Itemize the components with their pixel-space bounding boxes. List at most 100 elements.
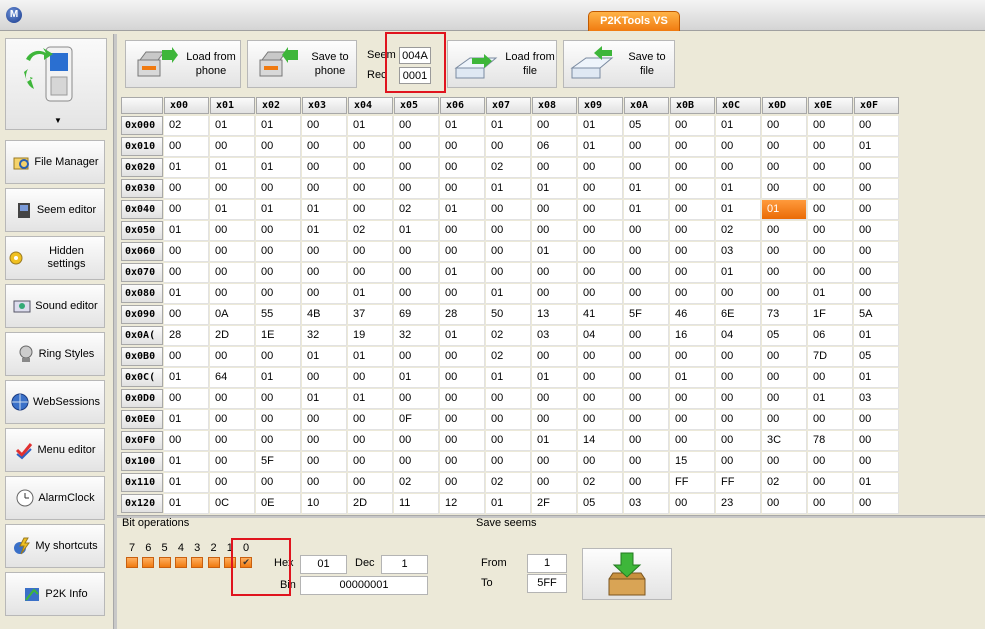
hex-cell[interactable]: 01 (164, 221, 209, 241)
column-header[interactable]: x0B (670, 97, 715, 114)
sidebar-item-alarmclock[interactable]: AlarmClock (5, 476, 105, 520)
hex-cell[interactable]: 00 (532, 473, 577, 493)
hex-cell[interactable]: 00 (762, 221, 807, 241)
column-header[interactable]: x04 (348, 97, 393, 114)
hex-cell[interactable]: 10 (302, 494, 347, 514)
hex-cell[interactable]: 14 (578, 431, 623, 451)
hex-cell[interactable]: 01 (532, 368, 577, 388)
bit-4-checkbox[interactable] (174, 557, 187, 568)
row-address-header[interactable]: 0x0D0 (121, 389, 163, 408)
hex-cell[interactable]: 00 (302, 452, 347, 472)
hex-cell[interactable]: 00 (670, 347, 715, 367)
hex-cell[interactable]: 00 (210, 473, 255, 493)
hex-cell[interactable]: 12 (440, 494, 485, 514)
column-header[interactable]: x01 (210, 97, 255, 114)
hex-cell[interactable]: 00 (532, 158, 577, 178)
hex-cell[interactable]: 00 (302, 158, 347, 178)
hex-cell[interactable]: 00 (854, 263, 899, 283)
load-from-phone-button[interactable]: Load from phone (125, 40, 241, 88)
hex-cell[interactable]: 00 (164, 389, 209, 409)
hex-cell[interactable]: 00 (670, 200, 715, 220)
hex-cell[interactable]: 00 (210, 389, 255, 409)
hex-cell[interactable]: 00 (440, 431, 485, 451)
hex-cell[interactable]: 00 (440, 347, 485, 367)
hex-cell[interactable]: 02 (486, 326, 531, 346)
hex-cell[interactable]: 00 (394, 137, 439, 157)
hex-cell[interactable]: 69 (394, 305, 439, 325)
hex-cell[interactable]: 00 (440, 473, 485, 493)
hex-cell[interactable]: 01 (164, 473, 209, 493)
hex-cell[interactable]: 01 (854, 473, 899, 493)
hex-cell[interactable]: 01 (854, 368, 899, 388)
row-address-header[interactable]: 0x080 (121, 284, 163, 303)
hex-cell[interactable]: 01 (348, 389, 393, 409)
hex-cell[interactable]: 00 (532, 410, 577, 430)
hex-cell[interactable]: 00 (440, 452, 485, 472)
hex-cell[interactable]: 00 (670, 410, 715, 430)
hex-cell[interactable]: 00 (164, 347, 209, 367)
hex-cell[interactable]: 01 (210, 158, 255, 178)
hex-cell[interactable]: 00 (302, 284, 347, 304)
hex-cell[interactable]: 00 (440, 368, 485, 388)
hex-cell[interactable]: 37 (348, 305, 393, 325)
hex-cell[interactable]: 00 (348, 431, 393, 451)
hex-cell[interactable]: 00 (716, 347, 761, 367)
sidebar-item-websessions[interactable]: WebSessions (5, 380, 105, 424)
hex-cell[interactable]: 00 (578, 158, 623, 178)
hex-cell[interactable]: 00 (210, 263, 255, 283)
column-header[interactable]: x00 (164, 97, 209, 114)
hex-cell[interactable]: 00 (348, 179, 393, 199)
hex-cell[interactable]: 03 (716, 242, 761, 262)
hex-cell[interactable]: 7D (808, 347, 853, 367)
hex-cell[interactable]: 01 (256, 200, 301, 220)
hex-cell[interactable]: 00 (578, 242, 623, 262)
hex-cell[interactable]: 01 (164, 452, 209, 472)
hex-cell[interactable]: 00 (808, 452, 853, 472)
hex-cell[interactable]: 06 (532, 137, 577, 157)
hex-cell[interactable]: 00 (670, 137, 715, 157)
hex-cell[interactable]: 19 (348, 326, 393, 346)
hex-cell[interactable]: 00 (670, 431, 715, 451)
hex-cell[interactable]: 00 (394, 389, 439, 409)
row-address-header[interactable]: 0x0F0 (121, 431, 163, 450)
hex-cell[interactable]: 00 (348, 263, 393, 283)
hex-cell[interactable]: 00 (578, 410, 623, 430)
hex-cell[interactable]: 01 (532, 431, 577, 451)
hex-cell[interactable]: 00 (624, 473, 669, 493)
hex-cell[interactable]: 00 (394, 158, 439, 178)
hex-cell[interactable]: 00 (486, 263, 531, 283)
hex-cell[interactable]: 00 (532, 263, 577, 283)
hex-cell[interactable]: 01 (716, 263, 761, 283)
hex-cell[interactable]: 00 (532, 200, 577, 220)
hex-cell[interactable]: 00 (440, 221, 485, 241)
hex-cell[interactable]: 01 (440, 326, 485, 346)
dec-field[interactable]: 1 (381, 555, 428, 574)
bit-2-checkbox[interactable] (207, 557, 220, 568)
hex-cell[interactable]: 00 (854, 284, 899, 304)
hex-cell[interactable]: 00 (670, 284, 715, 304)
hex-cell[interactable]: 5F (624, 305, 669, 325)
hex-cell[interactable]: 00 (808, 137, 853, 157)
hex-cell[interactable]: 00 (854, 179, 899, 199)
hex-cell[interactable]: 00 (256, 137, 301, 157)
save-to-phone-button[interactable]: Save to phone (247, 40, 357, 88)
hex-cell[interactable]: 03 (854, 389, 899, 409)
column-header[interactable]: x0E (808, 97, 853, 114)
hex-cell[interactable]: 00 (808, 263, 853, 283)
hex-cell[interactable]: 00 (854, 431, 899, 451)
column-header[interactable]: x0A (624, 97, 669, 114)
hex-cell[interactable]: 23 (716, 494, 761, 514)
hex-cell[interactable]: 00 (348, 242, 393, 262)
hex-cell[interactable]: 01 (302, 200, 347, 220)
hex-cell[interactable]: 01 (578, 116, 623, 136)
row-address-header[interactable]: 0x0E0 (121, 410, 163, 429)
hex-cell[interactable]: 00 (256, 242, 301, 262)
hex-cell[interactable]: 15 (670, 452, 715, 472)
hex-cell[interactable]: 00 (762, 368, 807, 388)
hex-cell[interactable]: 01 (716, 116, 761, 136)
hex-cell[interactable]: 00 (624, 410, 669, 430)
hex-cell[interactable]: 00 (716, 284, 761, 304)
hex-cell[interactable]: 0C (210, 494, 255, 514)
hex-cell[interactable]: 01 (394, 221, 439, 241)
hex-cell[interactable]: 00 (164, 431, 209, 451)
